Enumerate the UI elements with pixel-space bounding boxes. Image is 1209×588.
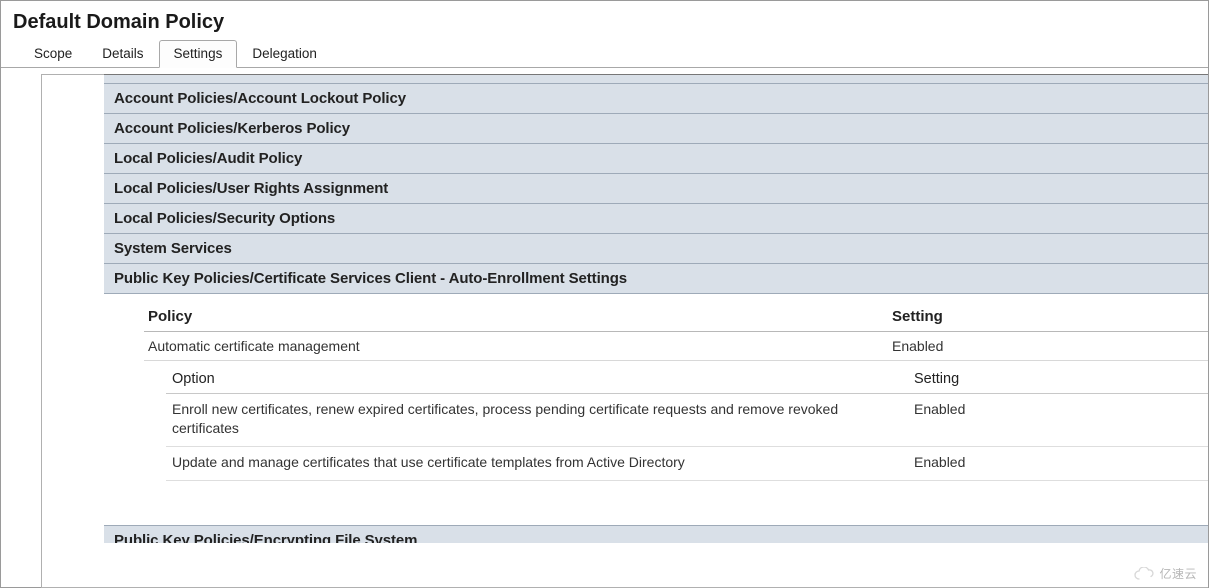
policy-table: Policy Setting Automatic certificate man… [144, 304, 1208, 361]
settings-panel: Account Policies/Password Policy Account… [1, 68, 1208, 588]
option-name: Enroll new certificates, renew expired c… [166, 394, 908, 447]
table-row: Update and manage certificates that use … [166, 446, 1208, 480]
policy-setting: Enabled [888, 332, 1208, 361]
col-option-setting-header: Setting [908, 365, 1208, 394]
section-label: Account Policies/Account Lockout Policy [114, 90, 406, 107]
col-setting-header: Setting [888, 304, 1208, 332]
table-row: Enroll new certificates, renew expired c… [166, 394, 1208, 447]
section-system-services[interactable]: System Services [104, 233, 1208, 264]
section-label: Local Policies/Security Options [114, 210, 335, 227]
col-option-header: Option [166, 365, 908, 394]
section-label: System Services [114, 240, 232, 257]
section-label: Public Key Policies/Encrypting File Syst… [114, 532, 417, 543]
tab-details[interactable]: Details [87, 40, 158, 67]
section-label: Local Policies/User Rights Assignment [114, 180, 388, 197]
section-label: Account Policies/Kerberos Policy [114, 120, 350, 137]
option-name: Update and manage certificates that use … [166, 446, 908, 480]
tab-delegation[interactable]: Delegation [237, 40, 332, 67]
page-title: Default Domain Policy [1, 1, 1208, 40]
section-account-lockout-policy[interactable]: Account Policies/Account Lockout Policy [104, 83, 1208, 114]
section-audit-policy[interactable]: Local Policies/Audit Policy [104, 143, 1208, 174]
table-row: Automatic certificate management Enabled [144, 332, 1208, 361]
table-header-row: Option Setting [166, 365, 1208, 394]
col-policy-header: Policy [144, 304, 888, 332]
policy-name: Automatic certificate management [144, 332, 888, 361]
option-setting: Enabled [908, 446, 1208, 480]
section-security-options[interactable]: Local Policies/Security Options [104, 203, 1208, 234]
section-auto-enrollment[interactable]: Public Key Policies/Certificate Services… [104, 263, 1208, 294]
settings-scroll-area[interactable]: Account Policies/Password Policy Account… [41, 74, 1208, 588]
section-encrypting-file-system[interactable]: Public Key Policies/Encrypting File Syst… [104, 525, 1208, 543]
tab-bar: Scope Details Settings Delegation [1, 40, 1208, 68]
auto-enrollment-detail: Policy Setting Automatic certificate man… [104, 294, 1208, 497]
section-label: Local Policies/Audit Policy [114, 150, 302, 167]
option-table: Option Setting Enroll new certificates, … [166, 365, 1208, 481]
option-subsection: Option Setting Enroll new certificates, … [144, 361, 1208, 481]
section-kerberos-policy[interactable]: Account Policies/Kerberos Policy [104, 113, 1208, 144]
tab-scope[interactable]: Scope [19, 40, 87, 67]
table-header-row: Policy Setting [144, 304, 1208, 332]
section-user-rights-assignment[interactable]: Local Policies/User Rights Assignment [104, 173, 1208, 204]
section-label: Public Key Policies/Certificate Services… [114, 270, 627, 287]
option-setting: Enabled [908, 394, 1208, 447]
tab-settings[interactable]: Settings [159, 40, 238, 68]
gpo-editor-window: Default Domain Policy Scope Details Sett… [0, 0, 1209, 588]
